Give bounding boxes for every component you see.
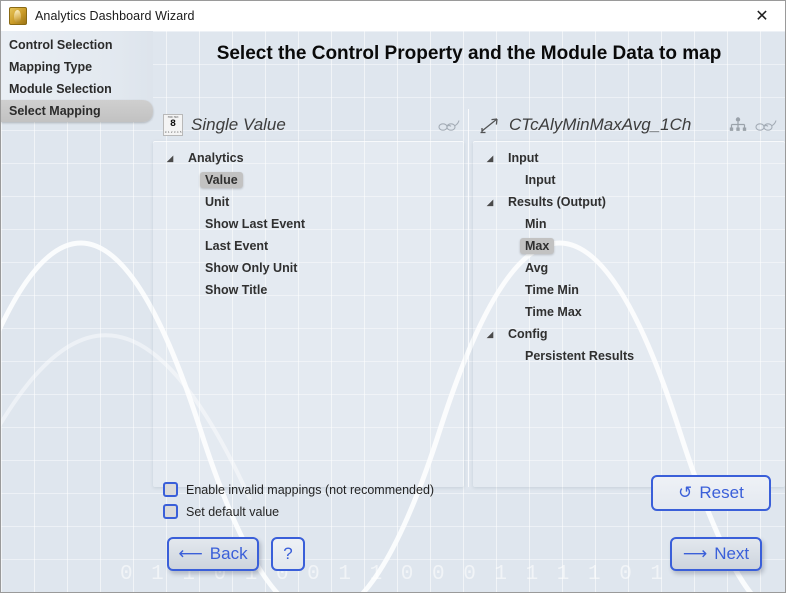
trend-arrow-icon [479, 115, 501, 135]
next-button[interactable]: ⟶ Next [670, 537, 762, 571]
mapping-area: MIN MAX 8 0 1 2 3 4 5 Single Value ◢ Ana… [153, 109, 785, 487]
tree-node-results-output[interactable]: ◢ Results (Output) [473, 191, 785, 213]
chevron-down-icon[interactable]: ◢ [487, 198, 499, 207]
control-property-tree[interactable]: ◢ Analytics Value Unit Show Last Event L… [153, 141, 464, 487]
glasses-preview-icon[interactable] [438, 118, 460, 132]
tree-node-label: Show Only Unit [205, 261, 298, 275]
sidebar-item-module-selection[interactable]: Module Selection [1, 78, 153, 100]
control-property-header: MIN MAX 8 0 1 2 3 4 5 Single Value [153, 109, 468, 141]
tree-node-config[interactable]: ◢ Config [473, 323, 785, 345]
tree-node-unit[interactable]: Unit [153, 191, 464, 213]
tree-node-show-only-unit[interactable]: Show Only Unit [153, 257, 464, 279]
tree-node-label: Show Title [205, 283, 268, 297]
tree-node-label: Avg [525, 261, 549, 275]
sidebar-item-control-selection[interactable]: Control Selection [1, 34, 153, 56]
module-data-header: CTcAlyMinMaxAvg_1Ch [469, 109, 785, 141]
glasses-preview-icon[interactable] [755, 118, 777, 132]
tree-node-label: Last Event [205, 239, 269, 253]
tree-node-label: Value [200, 172, 243, 188]
next-button-label: Next [714, 544, 750, 563]
reset-button-label: Reset [699, 483, 744, 502]
tree-node-persistent-results[interactable]: Persistent Results [473, 345, 785, 367]
tree-node-label: Input [508, 151, 539, 165]
tree-node-avg[interactable]: Avg [473, 257, 785, 279]
set-default-value-label: Set default value [186, 504, 280, 519]
page-title: Select the Control Property and the Modu… [216, 43, 722, 64]
tree-node-analytics[interactable]: ◢ Analytics [153, 147, 464, 169]
module-name: CTcAlyMinMaxAvg_1Ch [509, 115, 692, 134]
tree-node-show-title[interactable]: Show Title [153, 279, 464, 301]
tree-node-label: Results (Output) [508, 195, 606, 209]
control-property-side: MIN MAX 8 0 1 2 3 4 5 Single Value ◢ Ana… [153, 109, 469, 487]
tree-node-value[interactable]: Value [153, 169, 464, 191]
tree-node-label: Show Last Event [205, 217, 306, 231]
step-label: Select Mapping [9, 104, 101, 118]
hierarchy-tree-icon[interactable] [729, 117, 747, 133]
sidebar-item-select-mapping[interactable]: Select Mapping [1, 100, 153, 122]
tree-node-label: Time Min [525, 283, 579, 297]
set-default-value-checkbox[interactable] [163, 504, 178, 519]
app-icon [9, 7, 27, 25]
module-data-tree[interactable]: ◢ Input Input ◢ Results (Output) Min Max [473, 141, 785, 487]
tree-node-input[interactable]: Input [473, 169, 785, 191]
tree-node-last-event[interactable]: Last Event [153, 235, 464, 257]
step-label: Module Selection [9, 82, 112, 96]
sidebar-item-mapping-type[interactable]: Mapping Type [1, 56, 153, 78]
wizard-footer: Enable invalid mappings (not recommended… [1, 475, 785, 592]
arrow-left-icon: ⟵ [178, 544, 203, 564]
tree-node-label: Min [525, 217, 547, 231]
single-value-display-icon: MIN MAX 8 0 1 2 3 4 5 [163, 114, 183, 136]
tree-node-max[interactable]: Max [473, 235, 785, 257]
enable-invalid-mappings-label: Enable invalid mappings (not recommended… [186, 482, 435, 497]
lcd-digit: 8 [169, 119, 176, 130]
wizard-content: 0 1 1 0 1 0 0 1 1 0 0 0 1 1 1 1 0 1 Cont… [1, 31, 785, 592]
back-button-label: Back [209, 544, 248, 563]
help-button[interactable]: ? [271, 537, 305, 571]
title-bar: Analytics Dashboard Wizard ✕ [1, 1, 785, 31]
lcd-bottom-text: 0 1 2 3 4 5 [164, 131, 182, 134]
enable-invalid-mappings-checkbox[interactable] [163, 482, 178, 497]
back-button[interactable]: ⟵ Back [167, 537, 259, 571]
tree-node-label: Unit [205, 195, 230, 209]
tree-node-time-min[interactable]: Time Min [473, 279, 785, 301]
tree-node-label: Analytics [188, 151, 244, 165]
reset-button[interactable]: ↺ Reset [651, 475, 771, 511]
step-label: Control Selection [9, 38, 113, 52]
chevron-down-icon[interactable]: ◢ [167, 154, 179, 163]
wizard-window: Analytics Dashboard Wizard ✕ 0 1 1 0 1 0… [0, 0, 786, 593]
tree-node-input-group[interactable]: ◢ Input [473, 147, 785, 169]
tree-node-label: Config [508, 327, 548, 341]
wizard-steps-sidebar: Control Selection Mapping Type Module Se… [1, 31, 153, 122]
chevron-down-icon[interactable]: ◢ [487, 330, 499, 339]
chevron-down-icon[interactable]: ◢ [487, 154, 499, 163]
arrow-right-icon: ⟶ [682, 544, 708, 564]
reset-icon: ↺ [678, 483, 693, 503]
tree-node-label: Persistent Results [525, 349, 635, 363]
tree-node-time-max[interactable]: Time Max [473, 301, 785, 323]
module-data-side: CTcAlyMinMaxAvg_1Ch ◢ Input Input ◢ Resu… [469, 109, 785, 487]
close-icon[interactable]: ✕ [739, 1, 785, 31]
tree-node-show-last-event[interactable]: Show Last Event [153, 213, 464, 235]
step-label: Mapping Type [9, 60, 93, 74]
control-name: Single Value [191, 115, 286, 134]
tree-node-label: Time Max [525, 305, 582, 319]
tree-node-label: Max [520, 238, 555, 254]
enable-invalid-mappings-row[interactable]: Enable invalid mappings (not recommended… [163, 482, 434, 497]
window-title: Analytics Dashboard Wizard [35, 9, 195, 23]
tree-node-label: Input [525, 173, 556, 187]
set-default-value-row[interactable]: Set default value [163, 504, 279, 519]
help-button-label: ? [283, 544, 293, 563]
tree-node-min[interactable]: Min [473, 213, 785, 235]
